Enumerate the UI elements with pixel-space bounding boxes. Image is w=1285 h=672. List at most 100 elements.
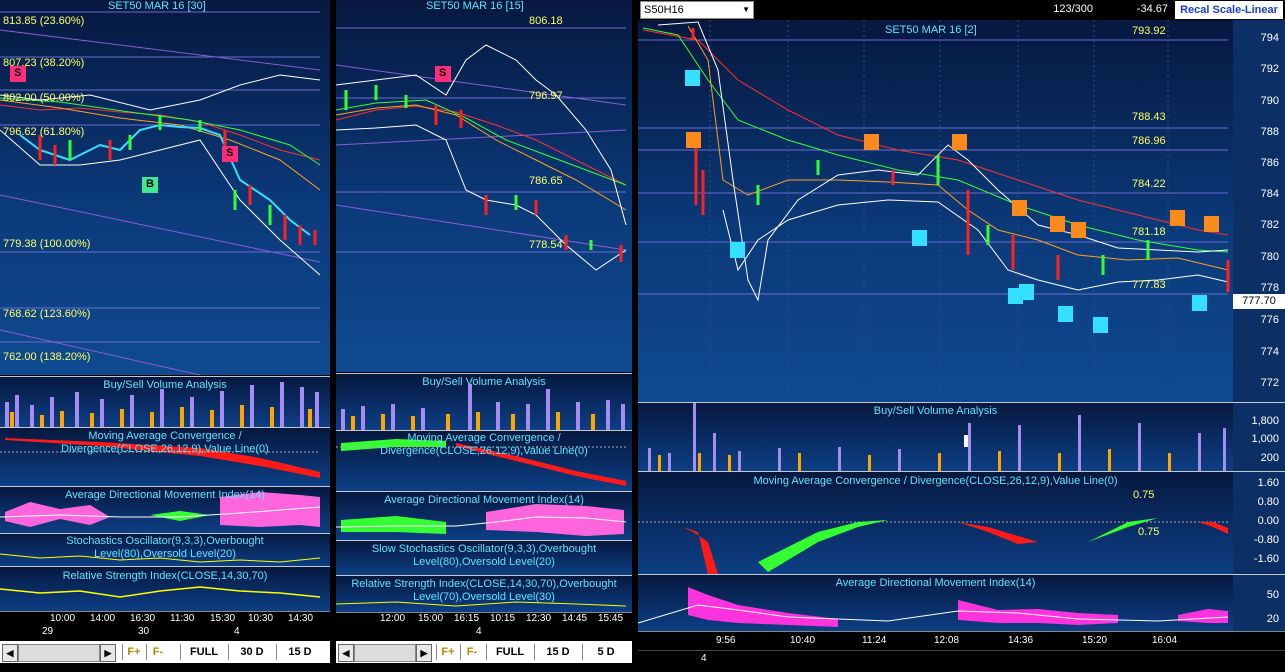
- time-label: 9:56: [716, 635, 736, 646]
- chart-toolbar: ◀ ▶ F+ F- FULL 30 D 15 D: [0, 641, 330, 663]
- subchart-title: Average Directional Movement Index(14): [65, 489, 265, 501]
- y-tick: 200: [1260, 452, 1279, 464]
- chart-title: SET50 MAR 16 [15]: [426, 0, 524, 12]
- y-tick: 776: [1260, 314, 1279, 326]
- change-value: -34.67: [1136, 3, 1168, 15]
- range-30d-button[interactable]: 30 D: [228, 644, 275, 660]
- font-increase-button[interactable]: F+: [436, 644, 459, 660]
- y-tick: 792: [1260, 63, 1279, 75]
- fib-label-5: 779.38 (100.00%): [3, 238, 91, 250]
- range-full-button[interactable]: FULL: [180, 644, 227, 660]
- date-label: 29: [42, 626, 54, 637]
- fib-label-6: 768.62 (123.60%): [3, 308, 91, 320]
- price-label: 788.43: [1132, 111, 1166, 123]
- adx-subchart[interactable]: Average Directional Movement Index(14): [336, 491, 632, 540]
- price-chart-area[interactable]: SET50 MAR 16 [15] 806.18 796.97 786.65 7…: [336, 0, 632, 372]
- chart-panel-15min: SET50 MAR 16 [15] 806.18 796.97 786.65 7…: [336, 0, 632, 672]
- volume-subchart[interactable]: Buy/Sell Volume Analysis: [0, 376, 330, 427]
- horizontal-scrollbar[interactable]: [354, 644, 416, 662]
- range-15d-button[interactable]: 15 D: [534, 644, 581, 660]
- y-tick: 0.80: [1257, 496, 1279, 508]
- range-full-button[interactable]: FULL: [486, 644, 533, 660]
- time-label: 14:36: [1008, 635, 1034, 646]
- y-tick: 786: [1260, 157, 1279, 169]
- date-axis: 4: [638, 650, 1285, 672]
- subchart-title: Moving Average Convergence / Divergence(…: [380, 432, 588, 457]
- time-label: 12:30: [526, 613, 552, 624]
- chevron-down-icon: ▼: [742, 5, 750, 14]
- font-decrease-button[interactable]: F-: [146, 644, 169, 660]
- macd-subchart[interactable]: Moving Average Convergence / Divergence(…: [638, 471, 1285, 574]
- macd-level-label: 0.75: [1138, 526, 1160, 538]
- price-label: 784.22: [1132, 178, 1166, 190]
- scroll-left-arrow[interactable]: ◀: [338, 644, 354, 662]
- price-label: 796.97: [529, 90, 563, 102]
- buy-signal[interactable]: B: [146, 178, 154, 190]
- subchart-title: Stochastics Oscillator(9,3,3),Overbought…: [66, 535, 264, 560]
- range-5d-button[interactable]: 5 D: [582, 644, 629, 660]
- date-label: 30: [138, 626, 150, 637]
- price-label: 786.65: [529, 175, 563, 187]
- y-tick: 780: [1260, 251, 1279, 263]
- fib-label-7: 762.00 (138.20%): [3, 351, 91, 363]
- recal-scale-button[interactable]: Recal Scale-Linear: [1175, 1, 1283, 19]
- adx-y-axis: 50 20: [1233, 575, 1285, 631]
- price-label: 793.92: [1132, 25, 1166, 37]
- time-label: 10:30: [248, 613, 274, 624]
- scroll-right-arrow[interactable]: ▶: [416, 644, 432, 662]
- chart-title: SET50 MAR 16 [2]: [885, 24, 977, 36]
- bar-counter: 123/300: [1053, 3, 1093, 15]
- stochastic-subchart[interactable]: Slow Stochastics Oscillator(9,3,3),Overb…: [336, 540, 632, 575]
- sell-signal[interactable]: S: [226, 147, 233, 159]
- price-label: 777.83: [1132, 279, 1166, 291]
- macd-level-label: 0.75: [1133, 489, 1155, 501]
- subchart-title: Relative Strength Index(CLOSE,14,30,70): [62, 570, 268, 582]
- time-label: 14:30: [288, 613, 314, 624]
- date-label: 4: [476, 626, 482, 637]
- time-label: 10:00: [50, 613, 76, 624]
- time-label: 14:45: [562, 613, 588, 624]
- volume-subchart[interactable]: Buy/Sell Volume Analysis 1,800 1,000 200: [638, 402, 1285, 471]
- scroll-right-arrow[interactable]: ▶: [100, 644, 116, 662]
- y-tick: 778: [1260, 282, 1279, 294]
- chart-title: SET50 MAR 16 [30]: [108, 0, 206, 12]
- adx-subchart[interactable]: Average Directional Movement Index(14) 5…: [638, 574, 1285, 631]
- scroll-left-arrow[interactable]: ◀: [2, 644, 18, 662]
- font-decrease-button[interactable]: F-: [460, 644, 483, 660]
- price-label: 781.18: [1132, 226, 1166, 238]
- time-label: 15:45: [598, 613, 624, 624]
- chart-toolbar: ◀ ▶ F+ F- FULL 15 D 5 D: [336, 641, 632, 663]
- y-tick: 1,000: [1251, 433, 1279, 445]
- rsi-subchart[interactable]: Relative Strength Index(CLOSE,14,30,70),…: [336, 575, 632, 612]
- volume-subchart[interactable]: Buy/Sell Volume Analysis: [336, 373, 632, 430]
- time-label: 16:15: [454, 613, 480, 624]
- adx-subchart[interactable]: Average Directional Movement Index(14): [0, 486, 330, 533]
- time-label: 15:30: [210, 613, 236, 624]
- subchart-title: Average Directional Movement Index(14): [835, 577, 1036, 589]
- price-chart-area[interactable]: SET50 MAR 16 [2] 793.92 788.43 786.96 78…: [638, 20, 1285, 402]
- time-axis: 10:00 14:00 16:30 11:30 15:30 10:30 14:3…: [0, 611, 330, 627]
- macd-subchart[interactable]: Moving Average Convergence / Divergence(…: [336, 430, 632, 491]
- subchart-title: Buy/Sell Volume Analysis: [422, 376, 546, 388]
- symbol-select[interactable]: S50H16 ▼: [640, 1, 754, 19]
- range-15d-button[interactable]: 15 D: [276, 644, 323, 660]
- y-tick: 782: [1260, 219, 1279, 231]
- time-label: 11:24: [862, 635, 887, 646]
- price-label: 806.18: [529, 15, 563, 27]
- sell-signal[interactable]: S: [14, 67, 21, 79]
- subchart-title: Buy/Sell Volume Analysis: [873, 405, 998, 417]
- date-axis: 4: [336, 626, 632, 640]
- price-chart-area[interactable]: SET50 MAR 16 [30] 813.85 (23.60%) 807.23…: [0, 0, 330, 375]
- rsi-subchart[interactable]: Relative Strength Index(CLOSE,14,30,70): [0, 566, 330, 611]
- y-tick: 790: [1260, 95, 1279, 107]
- time-label: 16:04: [1152, 635, 1178, 646]
- font-increase-button[interactable]: F+: [122, 644, 145, 660]
- macd-subchart[interactable]: Moving Average Convergence / Divergence(…: [0, 427, 330, 486]
- chart-panel-30min: SET50 MAR 16 [30] 813.85 (23.60%) 807.23…: [0, 0, 330, 672]
- stochastic-subchart[interactable]: Stochastics Oscillator(9,3,3),Overbought…: [0, 533, 330, 566]
- y-tick: 1.60: [1257, 477, 1279, 489]
- horizontal-scrollbar[interactable]: [18, 644, 100, 662]
- top-toolbar: S50H16 ▼ 123/300 -34.67 Recal Scale-Line…: [638, 0, 1285, 20]
- time-label: 11:30: [170, 613, 195, 624]
- sell-signal[interactable]: S: [439, 67, 446, 79]
